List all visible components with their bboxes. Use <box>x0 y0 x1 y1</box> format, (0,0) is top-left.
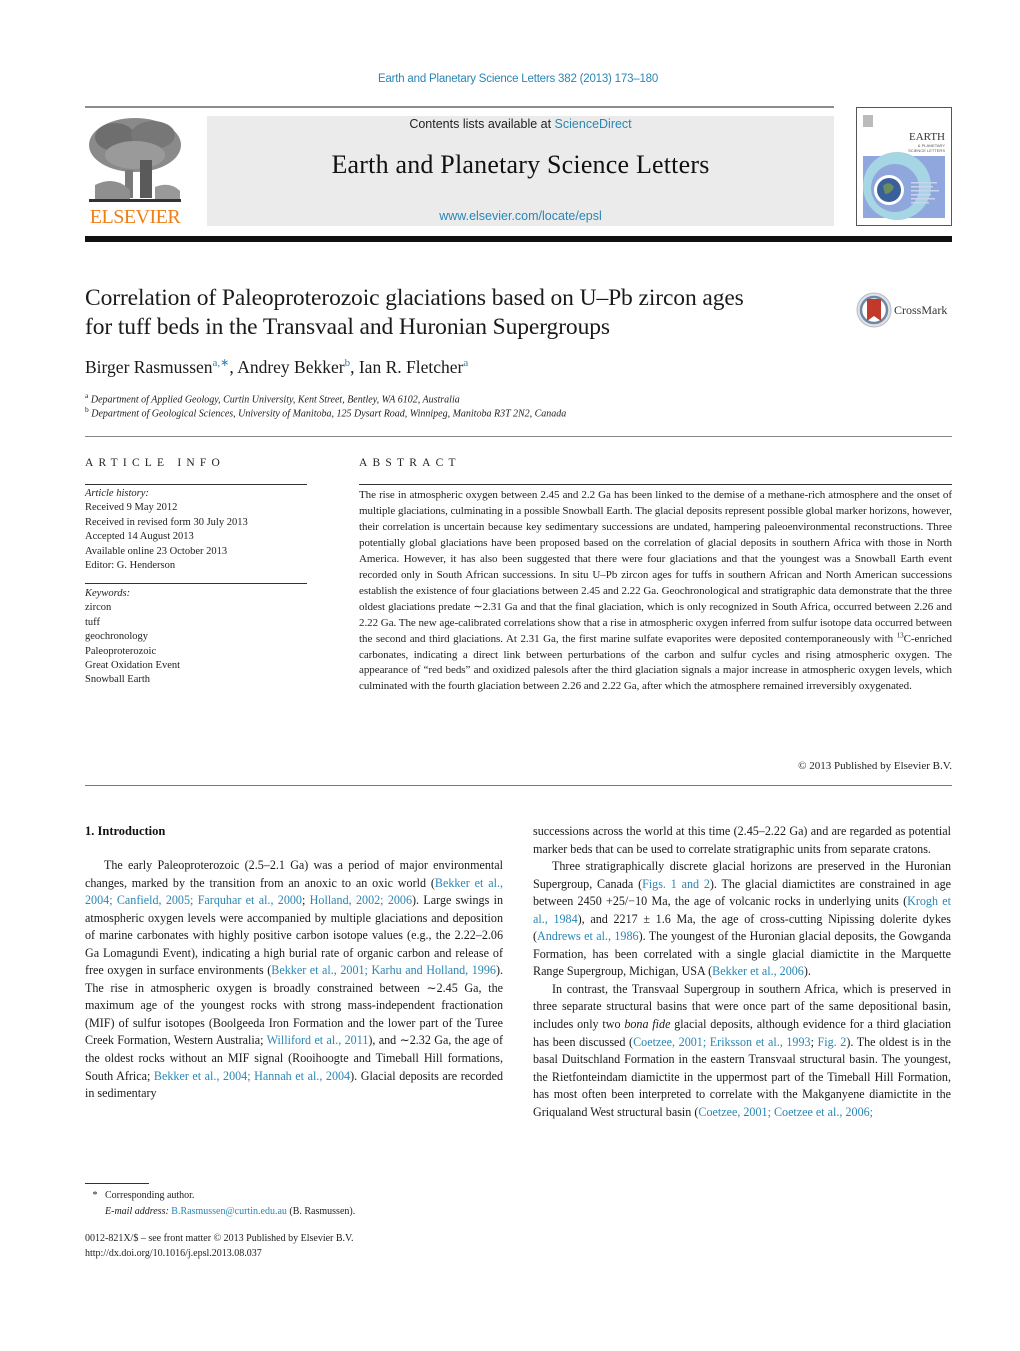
crossmark-icon <box>856 292 892 328</box>
history-item: Accepted 14 August 2013 <box>85 531 194 543</box>
history-item: Received in revised form 30 July 2013 <box>85 516 248 528</box>
corresponding-author-note: * Corresponding author. <box>85 1190 195 1201</box>
cover-title: EARTH <box>909 131 945 143</box>
author-list: Birger Rasmussena,∗, Andrey Bekkerb, Ian… <box>85 356 468 378</box>
citation-link[interactable]: Holland, 2002; 2006 <box>310 893 412 907</box>
masthead-bottom-rule <box>85 236 952 242</box>
citation-link[interactable]: Fig. 2 <box>818 1035 847 1049</box>
article-title-line-2: for tuff beds in the Transvaal and Huron… <box>85 314 610 340</box>
journal-url-link[interactable]: www.elsevier.com/locate/epsl <box>207 209 834 223</box>
affiliation-text: Department of Applied Geology, Curtin Un… <box>90 394 460 406</box>
abstract-text: The rise in atmospheric oxygen between 2… <box>359 488 952 695</box>
email-label: E-mail address: <box>105 1206 169 1217</box>
keywords-rule <box>85 583 307 584</box>
footnote-rule <box>85 1183 149 1184</box>
article-history-heading: Article history: <box>85 488 149 499</box>
abstract-copyright: © 2013 Published by Elsevier B.V. <box>798 760 952 772</box>
keywords-heading: Keywords: <box>85 588 131 599</box>
email-suffix: (B. Rasmussen). <box>286 1206 356 1217</box>
affiliation-b: b Department of Geological Sciences, Uni… <box>85 405 566 419</box>
paragraph: successions across the world at this tim… <box>533 824 951 856</box>
isotope-superscript: 13 <box>896 630 904 639</box>
affiliation-text: Department of Geological Sciences, Unive… <box>91 408 567 420</box>
author-affiliation-mark[interactable]: a <box>463 357 468 369</box>
journal-name: Earth and Planetary Science Letters <box>331 150 710 179</box>
corresponding-author-text: Corresponding author. <box>105 1190 195 1201</box>
citation-link[interactable]: Williford et al., 2011 <box>267 1033 369 1047</box>
citation-link[interactable]: Bekker et al., 2004; Hannah et al., 2004 <box>154 1069 350 1083</box>
section-heading-introduction: 1. Introduction <box>85 824 166 838</box>
paragraph: Three stratigraphically discrete glacial… <box>533 859 952 979</box>
contents-line: Contents lists available at ScienceDirec… <box>207 117 834 131</box>
article-info-heading: ARTICLE INFO <box>85 457 225 469</box>
author-name[interactable]: Birger Rasmussen <box>85 357 213 377</box>
history-item: Received 9 May 2012 <box>85 502 178 514</box>
abstract-bottom-rule <box>85 785 952 786</box>
keyword: Snowball Earth <box>85 674 151 686</box>
tree-icon <box>89 118 181 202</box>
paragraph: In contrast, the Transvaal Supergroup in… <box>533 981 952 1119</box>
affiliation-a: a Department of Applied Geology, Curtin … <box>85 391 460 405</box>
body-column-right: successions across the world at this tim… <box>533 823 951 1121</box>
doi-link[interactable]: http://dx.doi.org/10.1016/j.epsl.2013.08… <box>85 1248 262 1259</box>
masthead-top-rule <box>85 106 834 108</box>
author-affiliation-mark[interactable]: a,∗ <box>213 357 230 369</box>
citation-link[interactable]: Bekker et al., 2001; Karhu and Holland, … <box>271 963 496 977</box>
crossmark-label[interactable]: CrossMark <box>894 303 947 318</box>
email-note: E-mail address: B.Rasmussen@curtin.edu.a… <box>85 1206 355 1217</box>
citation-link[interactable]: Figs. 1 and 2 <box>642 877 710 891</box>
citation-link[interactable]: Coetzee, 2001; Coetzee et al., 2006; <box>698 1105 873 1119</box>
affiliation-mark: b <box>85 405 89 414</box>
article-title-line-1: Correlation of Paleoproterozoic glaciati… <box>85 285 744 311</box>
paragraph: The early Paleoproterozoic (2.5–2.1 Ga) … <box>85 858 504 1101</box>
author-separator: , <box>350 356 359 377</box>
cover-subtitle-2: SCIENCE LETTERS <box>908 148 945 153</box>
author-name[interactable]: Ian R. Fletcher <box>359 357 463 377</box>
footnote-mark: * <box>92 1190 98 1201</box>
body-column-left: The early Paleoproterozoic (2.5–2.1 Ga) … <box>85 857 503 1103</box>
running-head[interactable]: Earth and Planetary Science Letters 382 … <box>0 73 1020 85</box>
abstract-text-part-1: The rise in atmospheric oxygen between 2… <box>359 489 952 645</box>
italic-text: bona fide <box>624 1017 671 1032</box>
elsevier-wordmark: ELSEVIER <box>89 206 181 228</box>
citation-link[interactable]: Krogh et al., 1984 <box>533 894 951 926</box>
editor: Editor: G. Henderson <box>85 560 176 572</box>
citation-link[interactable]: Coetzee, 2001; Eriksson et al., 1993 <box>633 1035 810 1049</box>
citation-link[interactable]: Andrews et al., 1986 <box>537 929 639 943</box>
article-title: Correlation of Paleoproterozoic glaciati… <box>85 284 845 342</box>
keyword: Great Oxidation Event <box>85 660 181 672</box>
keywords: Keywords: zircon tuff geochronology Pale… <box>85 587 315 688</box>
journal-cover-thumbnail[interactable]: EARTH & PLANETARY SCIENCE LETTERS <box>856 107 952 226</box>
title-block-rule <box>85 436 952 437</box>
abstract-heading: ABSTRACT <box>359 457 461 469</box>
keyword: tuff <box>85 616 100 628</box>
email-link[interactable]: B.Rasmussen@curtin.edu.au <box>171 1206 287 1217</box>
keyword: Paleoproterozoic <box>85 645 157 657</box>
front-matter-note: 0012-821X/$ – see front matter © 2013 Pu… <box>85 1233 354 1244</box>
affiliation-mark: a <box>85 391 89 400</box>
citation-link[interactable]: Bekker et al., 2006 <box>712 964 804 978</box>
history-item: Available online 23 October 2013 <box>85 545 228 557</box>
article-info-rule <box>85 484 307 485</box>
citation-link[interactable]: Bekker et al., 2004; Canfield, 2005; Far… <box>85 876 503 908</box>
keyword: geochronology <box>85 631 148 643</box>
abstract-rule <box>359 484 952 485</box>
keyword: zircon <box>85 602 112 614</box>
article-history: Article history: Received 9 May 2012 Rec… <box>85 487 315 573</box>
contents-prefix: Contents lists available at <box>409 117 555 131</box>
journal-cover-image: EARTH & PLANETARY SCIENCE LETTERS <box>857 108 951 225</box>
author-name[interactable]: Andrey Bekker <box>237 357 344 377</box>
sciencedirect-link[interactable]: ScienceDirect <box>555 117 632 131</box>
